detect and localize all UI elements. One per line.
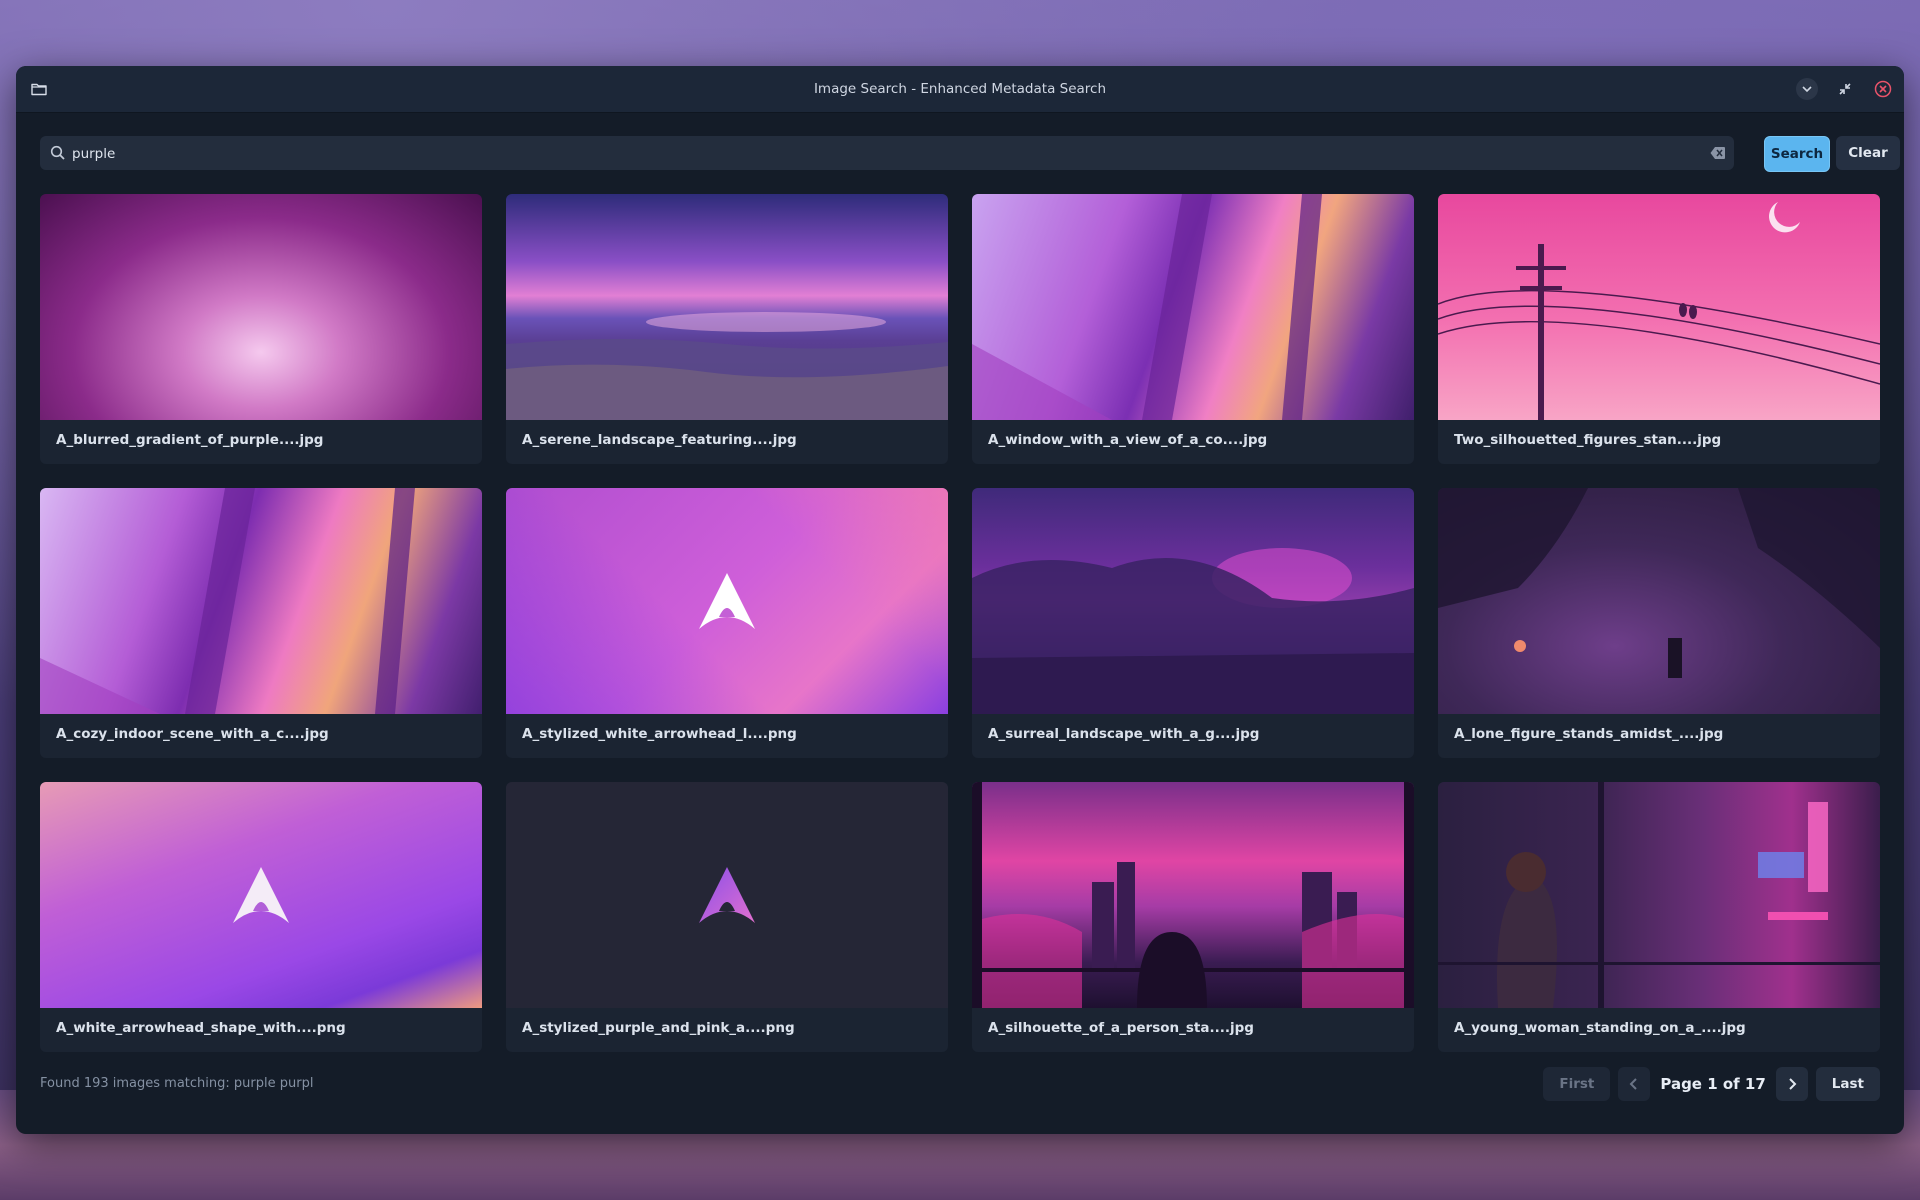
result-filename: A_surreal_landscape_with_a_g....jpg (988, 726, 1260, 742)
result-filename: A_cozy_indoor_scene_with_a_c....jpg (56, 726, 329, 742)
footer: Found 193 images matching: purple purpl … (40, 1066, 1880, 1102)
arrowhead-logo-icon (699, 573, 755, 629)
first-page-button[interactable]: First (1543, 1067, 1611, 1101)
window-title: Image Search - Enhanced Metadata Search (813, 81, 1107, 97)
pagination: First Page 1 of 17 Last (1543, 1066, 1880, 1102)
city-balcony-illustration (972, 782, 1414, 1008)
previous-page-button[interactable] (1618, 1067, 1651, 1101)
page-indicator: Page 1 of 17 (1660, 1075, 1766, 1093)
thumbnail-image (972, 194, 1414, 420)
window-illustration (972, 194, 1322, 420)
power-lines-illustration (1438, 202, 1880, 420)
restore-button[interactable] (1834, 78, 1856, 100)
forest-illustration (1438, 488, 1880, 678)
result-card[interactable]: A_stylized_purple_and_pink_a....png (506, 782, 948, 1052)
surreal-landscape-illustration (972, 548, 1414, 714)
result-card[interactable]: Two_silhouetted_figures_stan....jpg (1438, 194, 1880, 464)
thumbnail-image (40, 782, 482, 1008)
image-search-window: Image Search - Enhanced Metadata Search (16, 66, 1904, 1134)
chevron-right-icon (1789, 1078, 1797, 1090)
thumbnail-image (506, 194, 948, 420)
result-filename: A_stylized_white_arrowhead_l....png (522, 726, 797, 742)
result-card[interactable]: A_serene_landscape_featuring....jpg (506, 194, 948, 464)
result-card[interactable]: A_blurred_gradient_of_purple....jpg (40, 194, 482, 464)
thumbnail-image (40, 488, 482, 714)
close-button[interactable] (1872, 78, 1894, 100)
thumbnail-image (1438, 488, 1880, 714)
next-page-button[interactable] (1775, 1067, 1808, 1101)
result-filename: A_young_woman_standing_on_a_....jpg (1454, 1020, 1746, 1036)
arrowhead-logo-icon (233, 867, 289, 923)
restore-icon (1839, 83, 1851, 95)
indoor-illustration (40, 488, 415, 714)
chevron-down-icon (1802, 86, 1812, 93)
result-card[interactable]: A_lone_figure_stands_amidst_....jpg (1438, 488, 1880, 758)
result-filename: A_white_arrowhead_shape_with....png (56, 1020, 346, 1036)
search-button[interactable]: Search (1764, 136, 1830, 172)
thumbnail-image (506, 488, 948, 714)
thumbnail-image (1438, 194, 1880, 420)
result-filename: A_blurred_gradient_of_purple....jpg (56, 432, 324, 448)
result-card[interactable]: A_surreal_landscape_with_a_g....jpg (972, 488, 1414, 758)
result-filename: A_lone_figure_stands_amidst_....jpg (1454, 726, 1724, 742)
result-filename: A_silhouette_of_a_person_sta....jpg (988, 1020, 1254, 1036)
thumbnail-image (972, 782, 1414, 1008)
thumbnail-image (40, 194, 482, 420)
result-card[interactable]: A_window_with_a_view_of_a_co....jpg (972, 194, 1414, 464)
result-filename: A_window_with_a_view_of_a_co....jpg (988, 432, 1268, 448)
clear-button[interactable]: Clear (1836, 136, 1900, 170)
last-page-button[interactable]: Last (1815, 1067, 1880, 1101)
search-field[interactable] (40, 136, 1734, 172)
result-filename: A_stylized_purple_and_pink_a....png (522, 1020, 795, 1036)
result-card[interactable]: A_stylized_white_arrowhead_l....png (506, 488, 948, 758)
result-card[interactable]: A_silhouette_of_a_person_sta....jpg (972, 782, 1414, 1052)
search-icon (50, 145, 65, 160)
search-input[interactable] (70, 136, 1674, 172)
arrowhead-logo-icon (699, 867, 755, 923)
result-card[interactable]: A_young_woman_standing_on_a_....jpg (1438, 782, 1880, 1052)
chevron-left-icon (1629, 1078, 1638, 1090)
results-grid: A_blurred_gradient_of_purple....jpg A_se… (40, 194, 1880, 1052)
minimize-button[interactable] (1796, 78, 1818, 100)
result-filename: A_serene_landscape_featuring....jpg (522, 432, 797, 448)
close-icon (1874, 80, 1892, 98)
clear-text-icon[interactable] (1710, 146, 1726, 160)
title-bar: Image Search - Enhanced Metadata Search (16, 66, 1904, 113)
result-card[interactable]: A_white_arrowhead_shape_with....png (40, 782, 482, 1052)
landscape-illustration (506, 312, 948, 420)
thumbnail-image (1438, 782, 1880, 1008)
neon-room-illustration (1438, 782, 1880, 1008)
result-filename: Two_silhouetted_figures_stan....jpg (1454, 432, 1722, 448)
result-card[interactable]: A_cozy_indoor_scene_with_a_c....jpg (40, 488, 482, 758)
thumbnail-image (972, 488, 1414, 714)
thumbnail-image (506, 782, 948, 1008)
results-status-text: Found 193 images matching: purple purpl (40, 1076, 314, 1091)
search-bar: Search Clear (40, 136, 1900, 172)
